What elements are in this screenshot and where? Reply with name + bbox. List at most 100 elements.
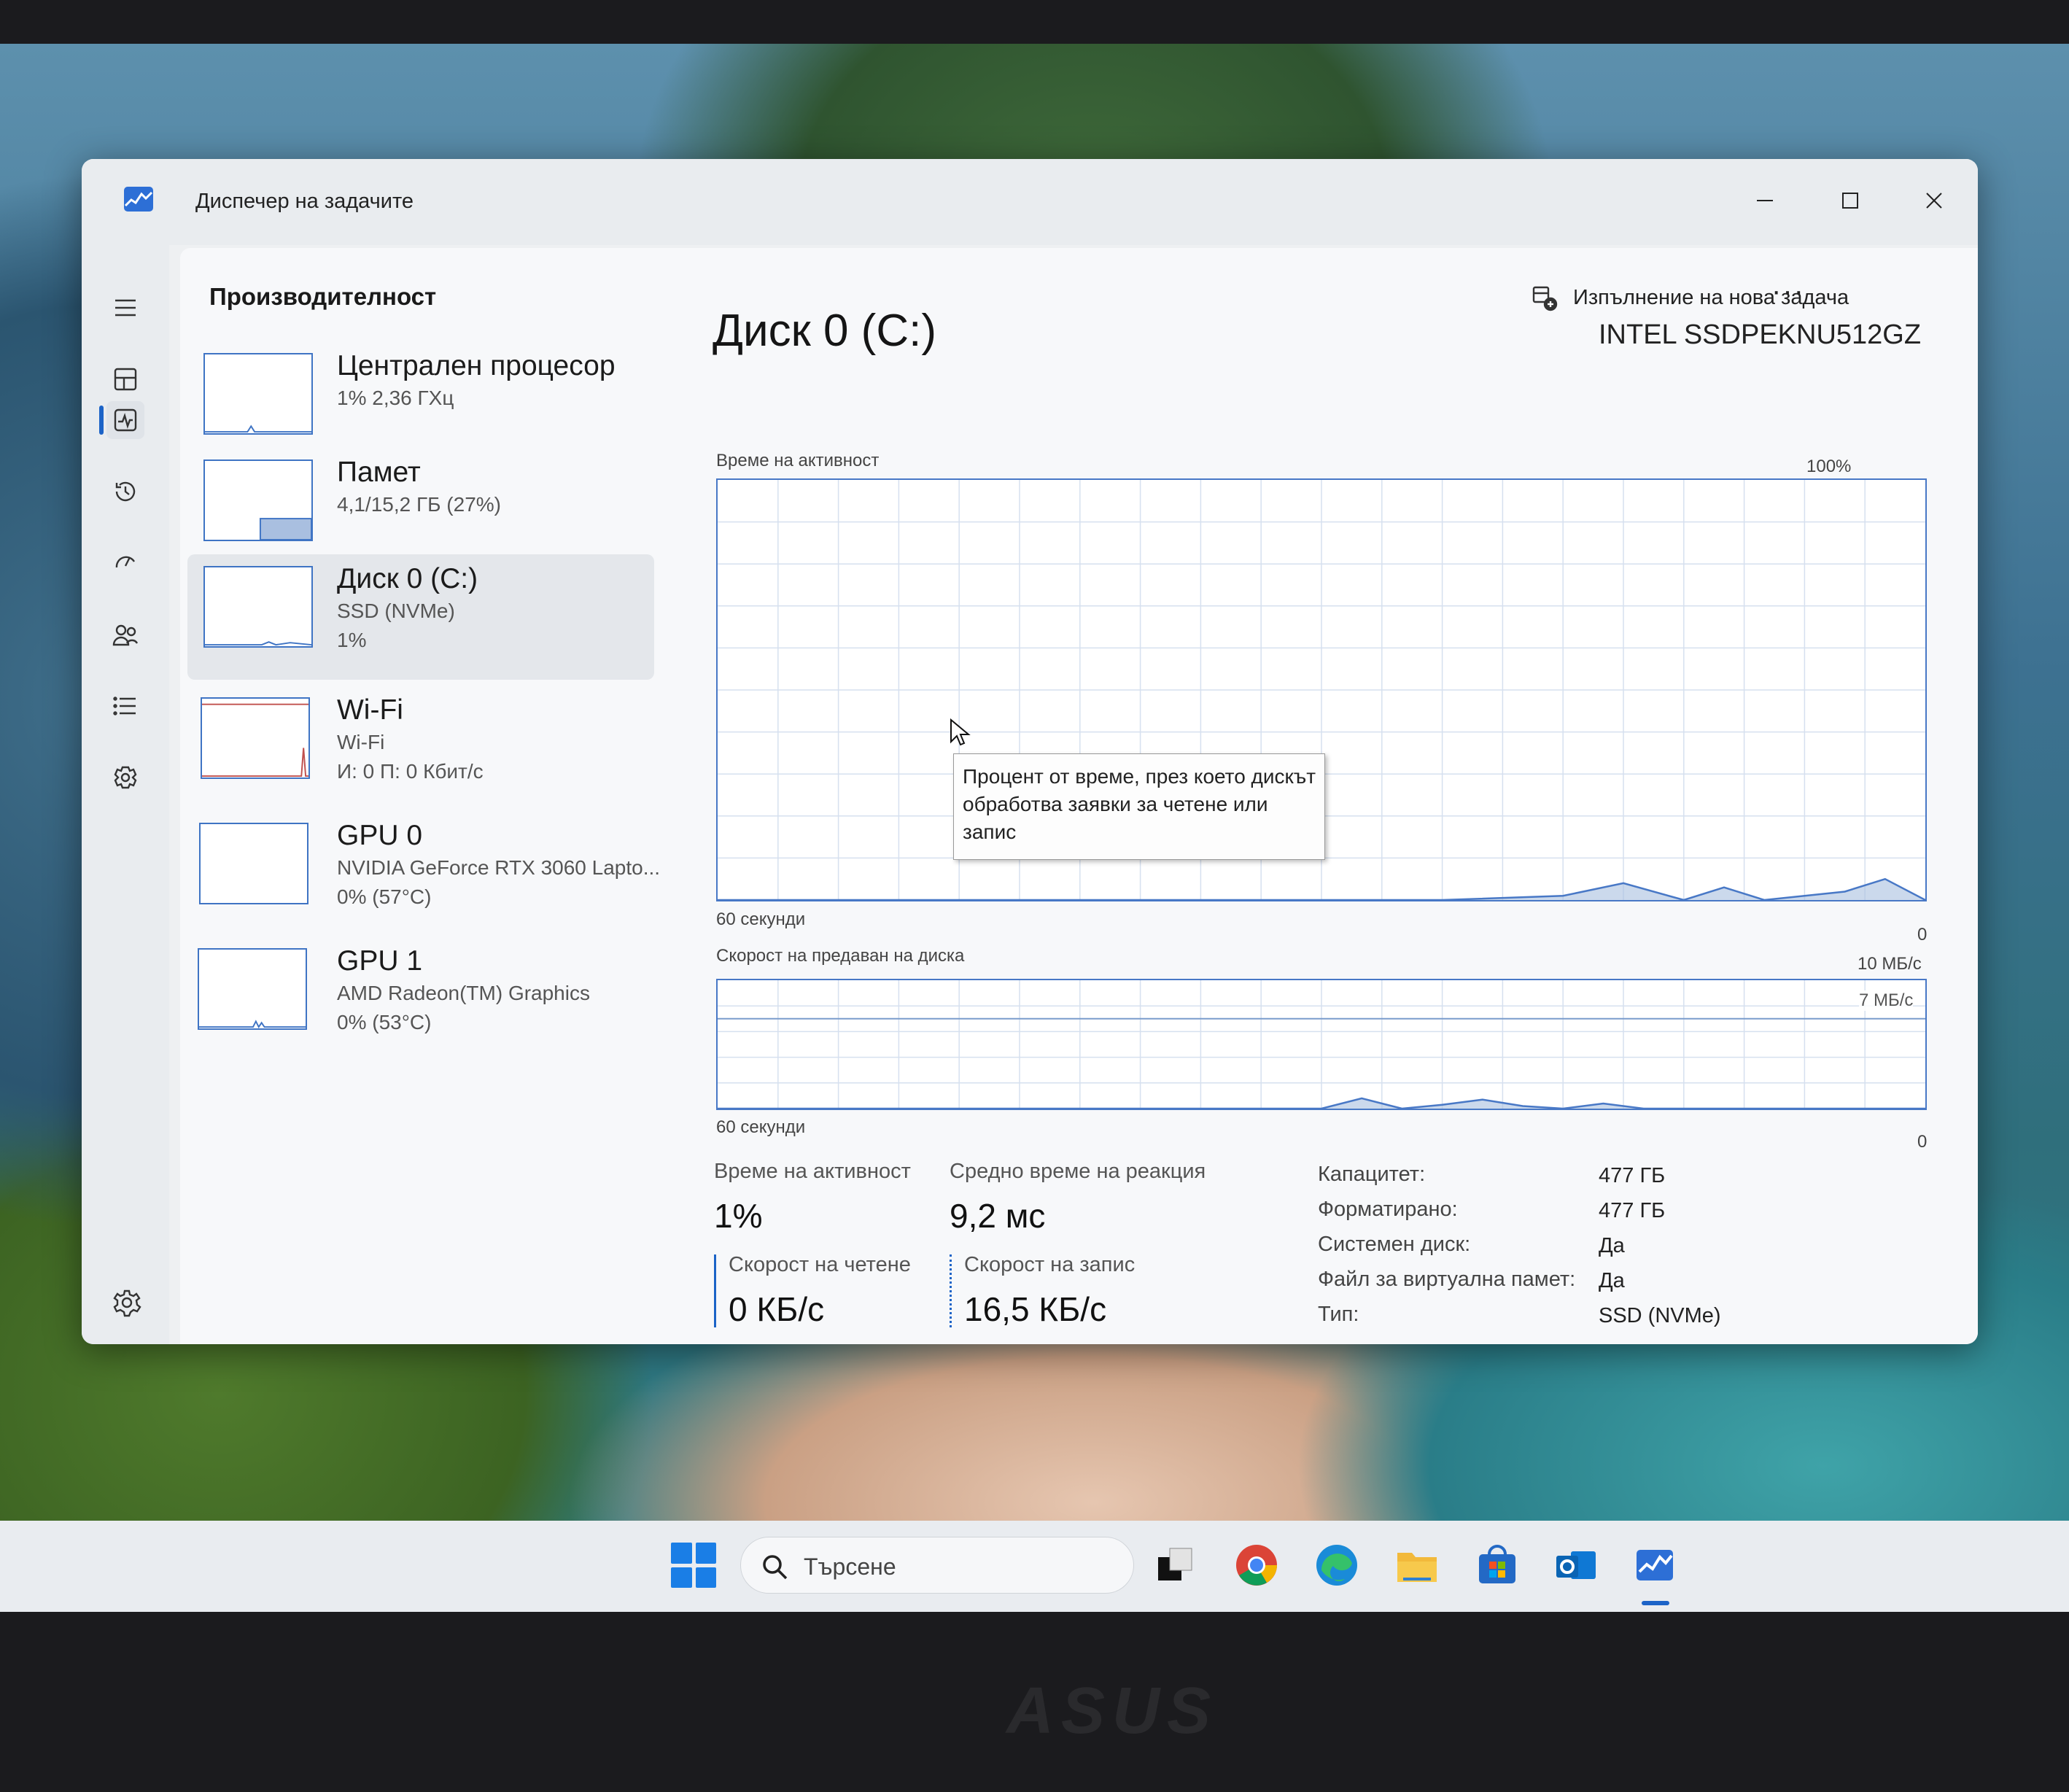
nav-startup-apps[interactable] xyxy=(106,544,144,582)
device-name: GPU 0 xyxy=(337,820,423,851)
file-explorer-button[interactable] xyxy=(1393,1541,1441,1589)
device-memory[interactable]: Памет 4,1/15,2 ГБ (27%) xyxy=(187,448,654,565)
windows-logo-pane xyxy=(695,1543,716,1564)
active-time-stat-label: Време на активност xyxy=(714,1160,911,1183)
data-point xyxy=(1804,895,1806,897)
active-time-min-label: 0 xyxy=(1917,925,1928,945)
write-speed-label: Скорост на запис xyxy=(964,1253,1136,1276)
device-subtitle: 4,1/15,2 ГБ (27%) xyxy=(337,493,501,516)
windows-logo-icon xyxy=(671,1543,692,1564)
device-name: Диск 0 (C:) xyxy=(337,563,478,594)
navigation-sidebar xyxy=(82,245,169,1344)
device-subtitle: SSD (NVMe) xyxy=(337,600,455,622)
wifi-thumbnail-graph xyxy=(201,697,310,779)
device-cpu[interactable]: Централен процесор 1% 2,36 ГХц xyxy=(187,341,654,458)
data-point xyxy=(1723,886,1725,888)
write-speed-value: 16,5 КБ/с xyxy=(964,1290,1107,1328)
settings-button[interactable] xyxy=(108,1284,146,1322)
disk-title: Диск 0 (C:) xyxy=(713,306,936,356)
gear-icon xyxy=(113,1289,141,1317)
taskbar: Търсене xyxy=(0,1521,2069,1612)
users-icon xyxy=(112,624,139,646)
property-type-value: SSD (NVMe) xyxy=(1599,1304,1721,1327)
hamburger-menu-button[interactable] xyxy=(106,289,144,327)
write-speed-indicator xyxy=(950,1254,952,1327)
mouse-cursor-icon xyxy=(950,718,971,746)
outlook-icon xyxy=(1556,1551,1596,1579)
details-list-icon xyxy=(113,697,136,715)
property-page-file-value: Да xyxy=(1599,1269,1625,1292)
active-time-chart-label: Време на активност xyxy=(716,451,880,470)
chrome-icon xyxy=(1236,1545,1277,1586)
data-point xyxy=(1623,882,1624,884)
title-bar: Диспечер на задачите xyxy=(82,159,1978,245)
minimize-icon xyxy=(1757,200,1773,201)
property-capacity-label: Капацитет: xyxy=(1318,1163,1426,1186)
more-options-button[interactable]: ··· xyxy=(1763,273,1814,317)
device-disk-0[interactable]: Диск 0 (C:) SSD (NVMe) 1% xyxy=(187,554,654,680)
task-view-icon xyxy=(1158,1548,1192,1580)
active-time-stat-value: 1% xyxy=(714,1197,763,1235)
response-time-stat-label: Средно време на реакция xyxy=(950,1160,1206,1183)
taskbar-search[interactable]: Търсене xyxy=(740,1537,1134,1594)
data-point xyxy=(1844,891,1846,893)
nav-users[interactable] xyxy=(106,616,144,653)
edge-icon xyxy=(1316,1545,1357,1586)
device-subtitle: NVIDIA GeForce RTX 3060 Lapto... xyxy=(337,856,661,879)
microsoft-store-button[interactable] xyxy=(1473,1541,1521,1589)
nav-active-indicator xyxy=(99,406,104,435)
device-name: GPU 1 xyxy=(337,945,423,977)
data-point xyxy=(1562,895,1564,897)
performance-icon xyxy=(114,408,137,432)
edge-button[interactable] xyxy=(1313,1541,1361,1589)
device-gpu-1[interactable]: GPU 1 AMD Radeon(TM) Graphics 0% (53°C) xyxy=(187,936,654,1053)
property-page-file-label: Файл за виртуална памет: xyxy=(1318,1268,1576,1291)
cpu-thumbnail-graph xyxy=(203,353,313,435)
minimize-button[interactable] xyxy=(1732,175,1798,226)
nav-performance[interactable] xyxy=(106,401,144,439)
history-icon xyxy=(115,481,136,502)
response-time-stat-value: 9,2 мс xyxy=(950,1197,1046,1235)
disk-thumbnail-graph xyxy=(203,566,313,648)
device-subtitle: 1% 2,36 ГХц xyxy=(337,387,454,409)
active-time-duration-label: 60 секунди xyxy=(716,909,806,929)
data-point xyxy=(1441,1103,1443,1106)
task-manager-window: Диспечер на задачите Производителност Из… xyxy=(82,159,1978,1344)
nav-processes[interactable] xyxy=(106,360,144,398)
chrome-button[interactable] xyxy=(1233,1541,1281,1589)
gpu0-thumbnail-graph xyxy=(199,823,308,904)
memory-thumbnail-graph xyxy=(203,459,313,541)
property-capacity-value: 477 ГБ xyxy=(1599,1164,1666,1187)
nav-services[interactable] xyxy=(106,759,144,796)
task-manager-taskbar-button[interactable] xyxy=(1631,1541,1679,1589)
data-point xyxy=(1522,1105,1523,1107)
property-system-disk-label: Системен диск: xyxy=(1318,1233,1471,1256)
nav-app-history[interactable] xyxy=(106,473,144,511)
nav-details[interactable] xyxy=(106,687,144,725)
active-app-indicator xyxy=(1642,1601,1669,1605)
data-point xyxy=(1884,878,1886,880)
maximize-button[interactable] xyxy=(1817,175,1883,226)
read-speed-label: Скорост на четене xyxy=(729,1253,911,1276)
task-view-button[interactable] xyxy=(1151,1541,1199,1589)
gpu1-thumbnail-graph xyxy=(198,948,307,1030)
device-wifi[interactable]: Wi-Fi Wi-Fi И: 0 П: 0 Кбит/с xyxy=(187,686,654,802)
property-system-disk-value: Да xyxy=(1599,1234,1625,1257)
performance-page: Производителност Изпълнение на нова зада… xyxy=(180,248,1978,1344)
maximize-icon xyxy=(1842,193,1858,209)
close-button[interactable] xyxy=(1901,175,1967,226)
device-subtitle: Wi-Fi xyxy=(337,731,385,753)
data-point xyxy=(1361,1097,1363,1099)
read-speed-indicator xyxy=(714,1254,716,1327)
read-speed-value: 0 КБ/с xyxy=(729,1290,825,1328)
device-name: Wi-Fi xyxy=(337,694,403,726)
page-title: Производителност xyxy=(209,283,437,310)
file-explorer-icon xyxy=(1397,1553,1437,1582)
task-manager-icon xyxy=(124,187,153,212)
data-point xyxy=(1602,1102,1604,1104)
outlook-button[interactable] xyxy=(1552,1541,1600,1589)
start-button[interactable] xyxy=(671,1543,716,1588)
store-icon xyxy=(1479,1545,1515,1583)
device-gpu-0[interactable]: GPU 0 NVIDIA GeForce RTX 3060 Lapto... 0… xyxy=(187,811,660,928)
device-usage: 1% xyxy=(337,629,367,651)
